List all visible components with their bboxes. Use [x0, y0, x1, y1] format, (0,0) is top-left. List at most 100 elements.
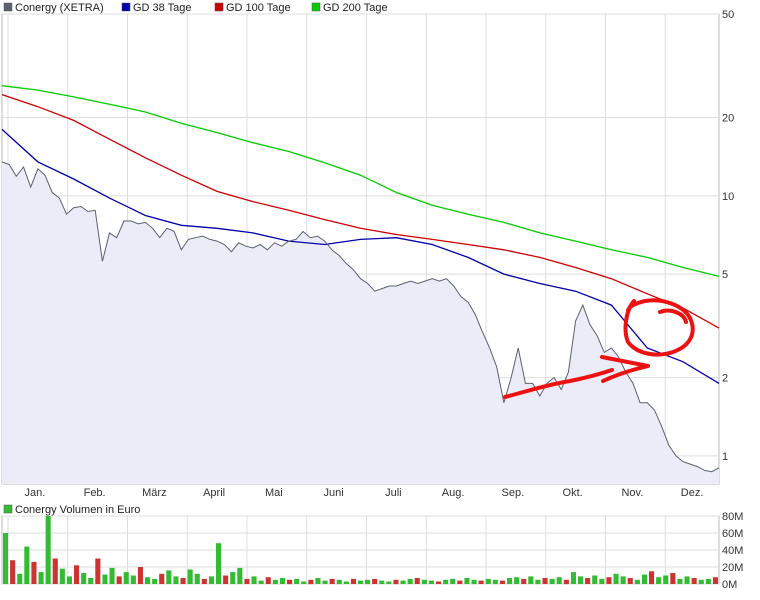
volume-bar	[216, 543, 222, 584]
price-y-tick-label: 1	[722, 451, 728, 463]
volume-bar	[542, 578, 548, 584]
volume-bar	[507, 578, 513, 584]
volume-legend-swatch	[3, 504, 13, 514]
volume-bar	[10, 560, 16, 584]
volume-bar	[691, 578, 697, 584]
volume-bar	[386, 581, 392, 584]
volume-bar	[499, 580, 505, 584]
volume-bar	[570, 572, 576, 584]
price-y-tick-label: 20	[722, 113, 734, 125]
volume-bar	[258, 580, 264, 584]
volume-bar	[187, 569, 193, 584]
price-x-tick-label: Juni	[324, 487, 344, 499]
volume-bar	[272, 579, 278, 585]
price-y-tick-label: 10	[722, 191, 734, 203]
volume-bar	[17, 573, 23, 584]
volume-bar	[393, 579, 399, 585]
volume-bar	[634, 579, 640, 585]
volume-bar	[343, 581, 349, 584]
legend-swatch	[121, 2, 131, 12]
volume-bar	[428, 580, 434, 584]
volume-bar	[677, 578, 683, 584]
volume-bar	[641, 574, 647, 584]
volume-bar	[301, 581, 307, 584]
price-y-tick-label: 2	[722, 373, 728, 385]
volume-bar	[549, 578, 555, 584]
price-x-tick-label: Jan.	[24, 487, 45, 499]
volume-bar	[450, 578, 456, 584]
price-y-axis: 1 2 5 10 20 50	[722, 9, 734, 463]
volume-bar	[244, 578, 250, 584]
volume-bar	[31, 561, 37, 584]
volume-bar	[279, 578, 285, 584]
volume-bar	[492, 579, 498, 585]
volume-bar	[123, 572, 129, 584]
price-x-tick-label: Sep.	[502, 487, 525, 499]
price-x-tick-label: April	[203, 487, 225, 499]
volume-bar	[294, 578, 300, 584]
price-x-tick-label: Feb.	[84, 487, 106, 499]
volume-bar	[81, 573, 87, 584]
volume-bar	[173, 576, 179, 584]
volume-bar	[237, 567, 243, 584]
volume-bar	[613, 573, 619, 584]
volume-bar	[521, 578, 527, 584]
volume-legend-label: Conergy Volumen in Euro	[15, 504, 140, 516]
legend-swatch	[214, 2, 224, 12]
volume-bar	[627, 578, 633, 584]
volume-bar	[74, 565, 80, 584]
legend-label: GD 100 Tage	[226, 2, 291, 14]
volume-bar	[663, 575, 669, 584]
volume-bar	[379, 580, 385, 584]
volume-bar	[358, 580, 364, 584]
volume-bar	[670, 573, 676, 584]
price-x-tick-label: Juli	[385, 487, 402, 499]
price-x-tick-label: Dez.	[681, 487, 704, 499]
price-x-tick-label: Nov.	[621, 487, 643, 499]
volume-bar	[166, 570, 172, 584]
volume-y-axis: 0M 20M 40M 60M 80M	[722, 511, 743, 591]
price-y-tick-label: 50	[722, 9, 734, 21]
price-x-tick-label: Aug.	[442, 487, 465, 499]
volume-y-tick-label: 0M	[722, 579, 737, 591]
volume-bar	[59, 568, 65, 584]
volume-bar	[66, 576, 72, 584]
volume-bar	[407, 578, 413, 584]
volume-bar	[606, 577, 612, 584]
price-x-tick-label: März	[142, 487, 166, 499]
chart-root: 1 2 5 10 20 50 Jan. Feb. März April Mai Juni Juli Au…	[0, 0, 760, 595]
volume-bar	[95, 558, 101, 584]
volume-bar	[201, 578, 207, 584]
volume-bar	[436, 581, 442, 584]
volume-bar	[705, 578, 711, 584]
volume-bar	[102, 574, 108, 584]
volume-bar	[649, 571, 655, 585]
volume-bar	[152, 578, 158, 584]
volume-bar	[698, 579, 704, 585]
volume-bar	[223, 575, 229, 584]
volume-legend: Conergy Volumen in Euro	[3, 504, 140, 516]
price-y-tick-label: 5	[722, 269, 728, 281]
volume-bar	[3, 533, 9, 584]
volume-bar	[230, 572, 236, 584]
volume-bar	[592, 575, 598, 584]
volume-bar	[315, 578, 321, 584]
volume-bar	[350, 578, 356, 584]
volume-bar	[514, 577, 520, 584]
volume-bar	[194, 573, 200, 584]
volume-bar	[485, 578, 491, 584]
volume-bar	[528, 576, 534, 584]
volume-bar	[137, 567, 143, 584]
volume-bar	[443, 579, 449, 585]
volume-y-tick-label: 20M	[722, 562, 743, 574]
volume-bar	[38, 572, 44, 584]
volume-bar	[563, 579, 569, 585]
volume-bar	[208, 576, 214, 584]
volume-bar	[265, 577, 271, 584]
legend-label: Conergy (XETRA)	[15, 2, 104, 14]
volume-bar	[372, 578, 378, 584]
volume-bar	[421, 579, 427, 585]
volume-bar	[478, 580, 484, 584]
volume-bar	[400, 580, 406, 584]
volume-bar	[585, 578, 591, 584]
